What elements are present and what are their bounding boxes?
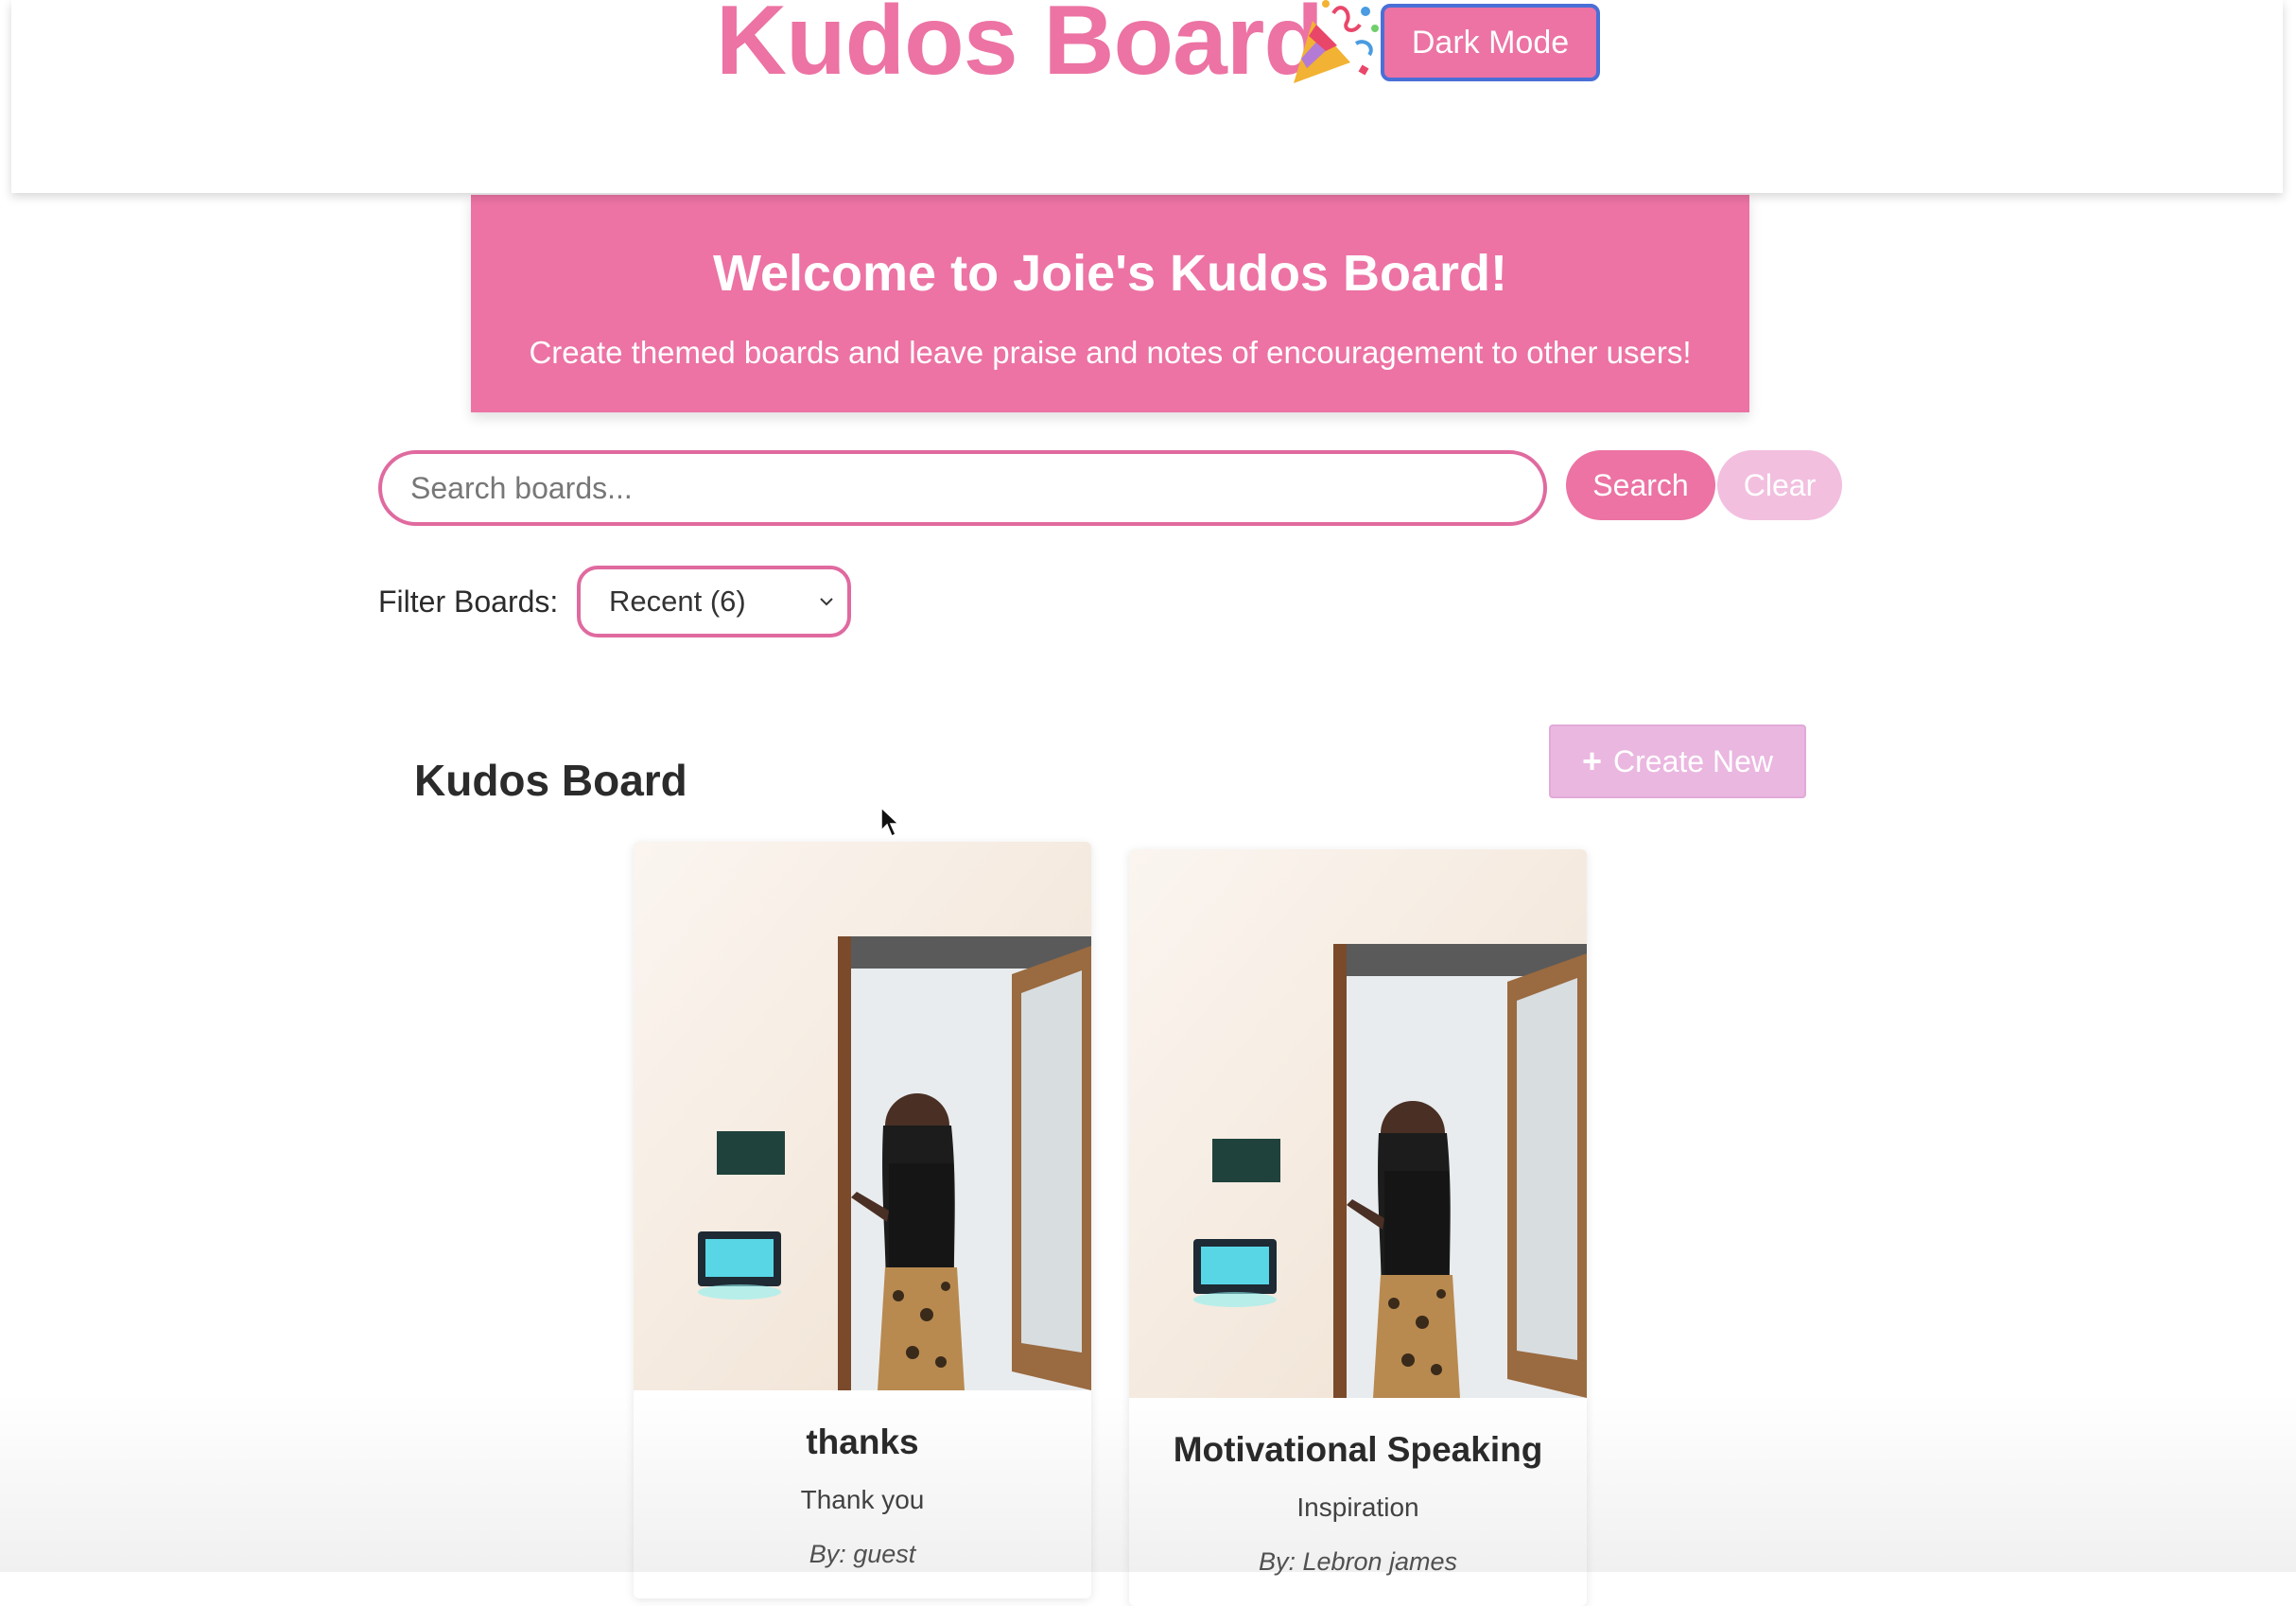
mouse-cursor-icon xyxy=(879,806,900,838)
board-card[interactable]: thanks Thank you By: guest xyxy=(634,842,1091,1598)
create-new-button[interactable]: + Create New xyxy=(1549,724,1806,798)
board-card-image xyxy=(634,842,1091,1390)
board-card-image xyxy=(1129,849,1587,1398)
dark-mode-button[interactable]: Dark Mode xyxy=(1381,4,1600,81)
create-new-label: Create New xyxy=(1613,744,1773,779)
clear-button[interactable]: Clear xyxy=(1717,450,1842,520)
filter-label: Filter Boards: xyxy=(378,585,558,620)
app-title: Kudos Board xyxy=(716,0,1323,97)
section-title: Kudos Board xyxy=(414,755,687,806)
board-card-category: Inspiration xyxy=(1129,1493,1587,1523)
search-button[interactable]: Search xyxy=(1566,450,1715,520)
banner-subtitle: Create themed boards and leave praise an… xyxy=(471,335,1749,371)
board-card[interactable]: Motivational Speaking Inspiration By: Le… xyxy=(1129,849,1587,1606)
board-card-title: thanks xyxy=(634,1423,1091,1462)
search-input[interactable] xyxy=(378,450,1547,526)
plus-icon: + xyxy=(1582,742,1602,781)
welcome-banner: Welcome to Joie's Kudos Board! Create th… xyxy=(471,195,1749,412)
filter-selected-value: Recent (6) xyxy=(609,585,746,619)
app-header: Kudos Board Dark Mode xyxy=(11,0,2283,193)
board-card-author: By: guest xyxy=(634,1540,1091,1569)
board-card-title: Motivational Speaking xyxy=(1129,1430,1587,1470)
board-card-author: By: Lebron james xyxy=(1129,1547,1587,1577)
filter-select[interactable]: Recent (6) xyxy=(577,566,851,637)
party-popper-icon xyxy=(1284,0,1383,91)
chevron-down-icon xyxy=(819,594,834,609)
banner-title: Welcome to Joie's Kudos Board! xyxy=(471,244,1749,303)
board-card-category: Thank you xyxy=(634,1485,1091,1515)
